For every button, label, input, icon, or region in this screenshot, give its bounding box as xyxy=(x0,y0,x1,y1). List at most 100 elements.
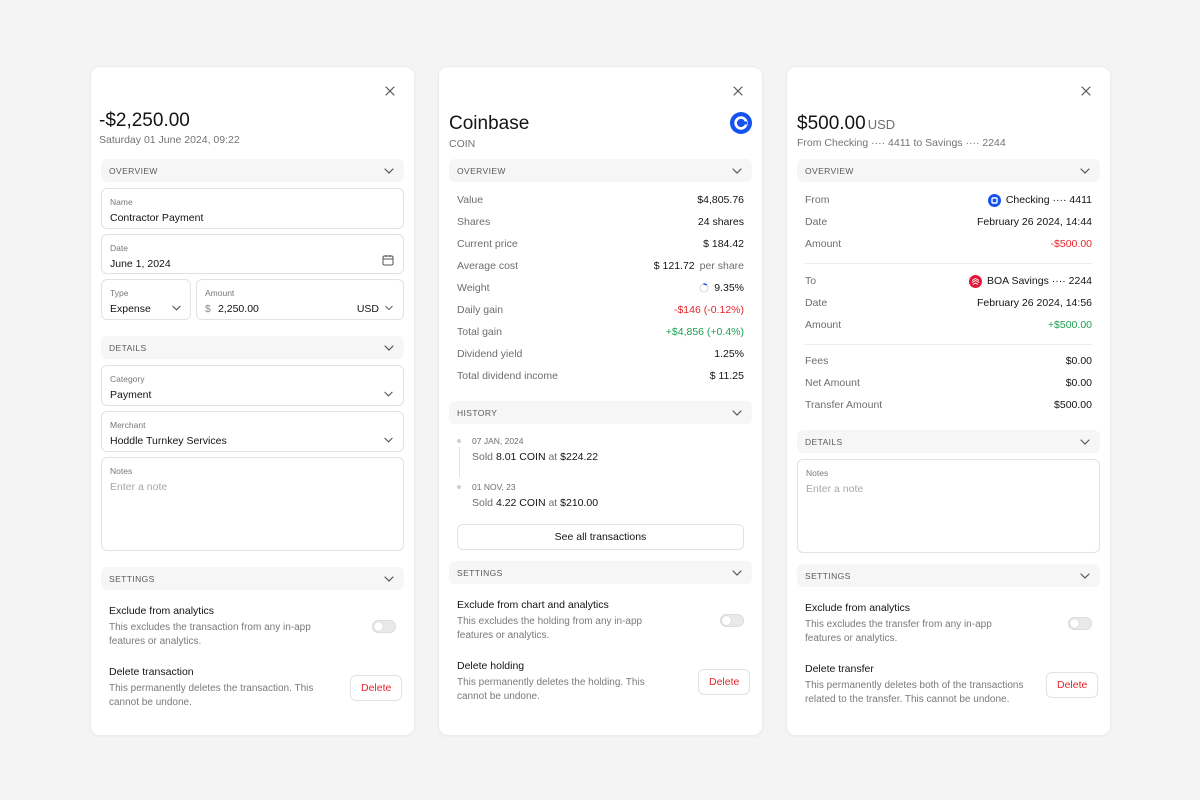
transaction-amount: -$2,250.00 xyxy=(99,110,190,131)
date-value: June 1, 2024 xyxy=(110,258,171,270)
row-value: 24 shares xyxy=(697,216,744,228)
row-label: Weight xyxy=(457,282,490,294)
overview-section-header[interactable]: OVERVIEW xyxy=(797,159,1100,182)
delete-title: Delete holding xyxy=(457,660,525,672)
settings-section-header[interactable]: SETTINGS xyxy=(797,564,1100,587)
divider xyxy=(805,344,1092,345)
category-select[interactable]: Category Payment xyxy=(101,365,404,406)
details-section-header[interactable]: DETAILS xyxy=(797,430,1100,453)
row-label: Average cost xyxy=(457,260,519,272)
section-label: SETTINGS xyxy=(109,573,155,584)
category-value: Payment xyxy=(110,389,152,401)
transfer-subtitle: From Checking ···· 4411 to Savings ···· … xyxy=(797,137,1006,149)
transfer-detail-panel: $500.00 USD From Checking ···· 4411 to Sa… xyxy=(786,66,1111,736)
exclude-toggle[interactable] xyxy=(720,614,744,627)
delete-button[interactable]: Delete xyxy=(350,675,403,701)
chevron-down-icon xyxy=(732,569,742,576)
section-label: OVERVIEW xyxy=(805,165,854,176)
section-label: OVERVIEW xyxy=(457,165,506,176)
section-label: DETAILS xyxy=(805,436,843,447)
transfer-amount: $500.00 USD xyxy=(797,113,896,134)
notes-field[interactable]: Notes Enter a note xyxy=(797,459,1100,553)
chevron-down-icon xyxy=(1080,167,1090,174)
overview-section-header[interactable]: OVERVIEW xyxy=(101,159,404,182)
delete-button[interactable]: Delete xyxy=(698,669,751,695)
currency-select[interactable]: USD xyxy=(357,303,379,315)
row-label: Total dividend income xyxy=(457,370,558,382)
row-label: Shares xyxy=(457,216,491,228)
row-label: To xyxy=(805,275,817,287)
notes-placeholder: Enter a note xyxy=(806,483,864,495)
date-row: Date February 26 2024, 14:44 xyxy=(805,214,1092,230)
notes-field[interactable]: Notes Enter a note xyxy=(101,457,404,551)
boa-bank-icon xyxy=(968,274,982,288)
notes-label: Notes xyxy=(806,468,829,478)
history-section-header[interactable]: HISTORY xyxy=(449,401,752,424)
chevron-down-icon xyxy=(384,344,394,351)
total-dividend-row: Total dividend income $ 11.25 xyxy=(457,368,744,384)
row-value: $4,805.76 xyxy=(697,194,744,206)
row-value: $500.00 xyxy=(1054,399,1092,411)
close-icon[interactable] xyxy=(382,83,398,99)
exclude-toggle[interactable] xyxy=(1068,617,1092,630)
timeline-dot xyxy=(457,485,461,489)
calendar-icon[interactable] xyxy=(382,254,394,266)
exclude-title: Exclude from chart and analytics xyxy=(457,599,609,611)
details-section-header[interactable]: DETAILS xyxy=(101,336,404,359)
row-value: $ 121.72 xyxy=(653,260,695,272)
weight-ring-icon xyxy=(699,283,710,293)
type-select[interactable]: Type Expense xyxy=(101,279,191,320)
row-label: Date xyxy=(805,216,828,228)
history-entry[interactable]: Sold 4.22 COIN at $210.00 xyxy=(472,497,598,509)
exclude-description: This excludes the holding from any in-ap… xyxy=(457,616,643,641)
exclude-toggle[interactable] xyxy=(372,620,396,633)
currency-symbol: $ xyxy=(205,303,211,315)
row-label: Total gain xyxy=(457,326,502,338)
merchant-select[interactable]: Merchant Hoddle Turnkey Services xyxy=(101,411,404,452)
name-label: Name xyxy=(110,197,133,207)
row-value: $0.00 xyxy=(1065,377,1092,389)
delete-title: Delete transfer xyxy=(805,663,874,675)
holding-title: Coinbase xyxy=(449,113,530,134)
row-label: Fees xyxy=(805,355,829,367)
row-value: 9.35% xyxy=(714,282,744,294)
amount-field[interactable]: Amount $ 2,250.00 USD xyxy=(196,279,404,320)
timeline-dot xyxy=(457,439,461,443)
transfer-amount-row: Transfer Amount $500.00 xyxy=(805,397,1092,413)
delete-button[interactable]: Delete xyxy=(1046,672,1099,698)
history-date: 01 NOV, 23 xyxy=(472,482,516,492)
row-label: Dividend yield xyxy=(457,348,523,360)
chevron-down-icon xyxy=(1080,438,1090,445)
current-price-row: Current price $ 184.42 xyxy=(457,236,744,252)
see-all-transactions-button[interactable]: See all transactions xyxy=(457,524,744,550)
section-label: SETTINGS xyxy=(805,570,851,581)
chase-bank-icon xyxy=(987,193,1001,207)
amount-row: Amount +$500.00 xyxy=(805,317,1092,333)
chevron-down-icon xyxy=(385,305,393,311)
merchant-label: Merchant xyxy=(110,420,146,430)
from-row: From Checking ···· 4411 xyxy=(805,192,1092,208)
row-label: Daily gain xyxy=(457,304,504,316)
date-field[interactable]: Date June 1, 2024 xyxy=(101,234,404,274)
to-row: To BOA Savings ···· 2244 xyxy=(805,273,1092,289)
settings-section-header[interactable]: SETTINGS xyxy=(449,561,752,584)
name-field[interactable]: Name Contractor Payment xyxy=(101,188,404,229)
row-label: Value xyxy=(457,194,484,206)
close-icon[interactable] xyxy=(1078,83,1094,99)
row-label: From xyxy=(805,194,830,206)
category-label: Category xyxy=(110,374,145,384)
chevron-down-icon xyxy=(732,167,742,174)
history-entry[interactable]: Sold 8.01 COIN at $224.22 xyxy=(472,451,598,463)
delete-title: Delete transaction xyxy=(109,666,194,678)
overview-section-header[interactable]: OVERVIEW xyxy=(449,159,752,182)
close-icon[interactable] xyxy=(730,83,746,99)
shares-row: Shares 24 shares xyxy=(457,214,744,230)
chevron-down-icon xyxy=(384,437,393,443)
settings-section-header[interactable]: SETTINGS xyxy=(101,567,404,590)
amount-label: Amount xyxy=(205,288,235,298)
delete-description: This permanently deletes both of the tra… xyxy=(805,680,1024,705)
row-value: $ 11.25 xyxy=(709,370,744,382)
row-label: Amount xyxy=(805,319,842,331)
row-label: Net Amount xyxy=(805,377,860,389)
row-value: 1.25% xyxy=(714,348,744,360)
